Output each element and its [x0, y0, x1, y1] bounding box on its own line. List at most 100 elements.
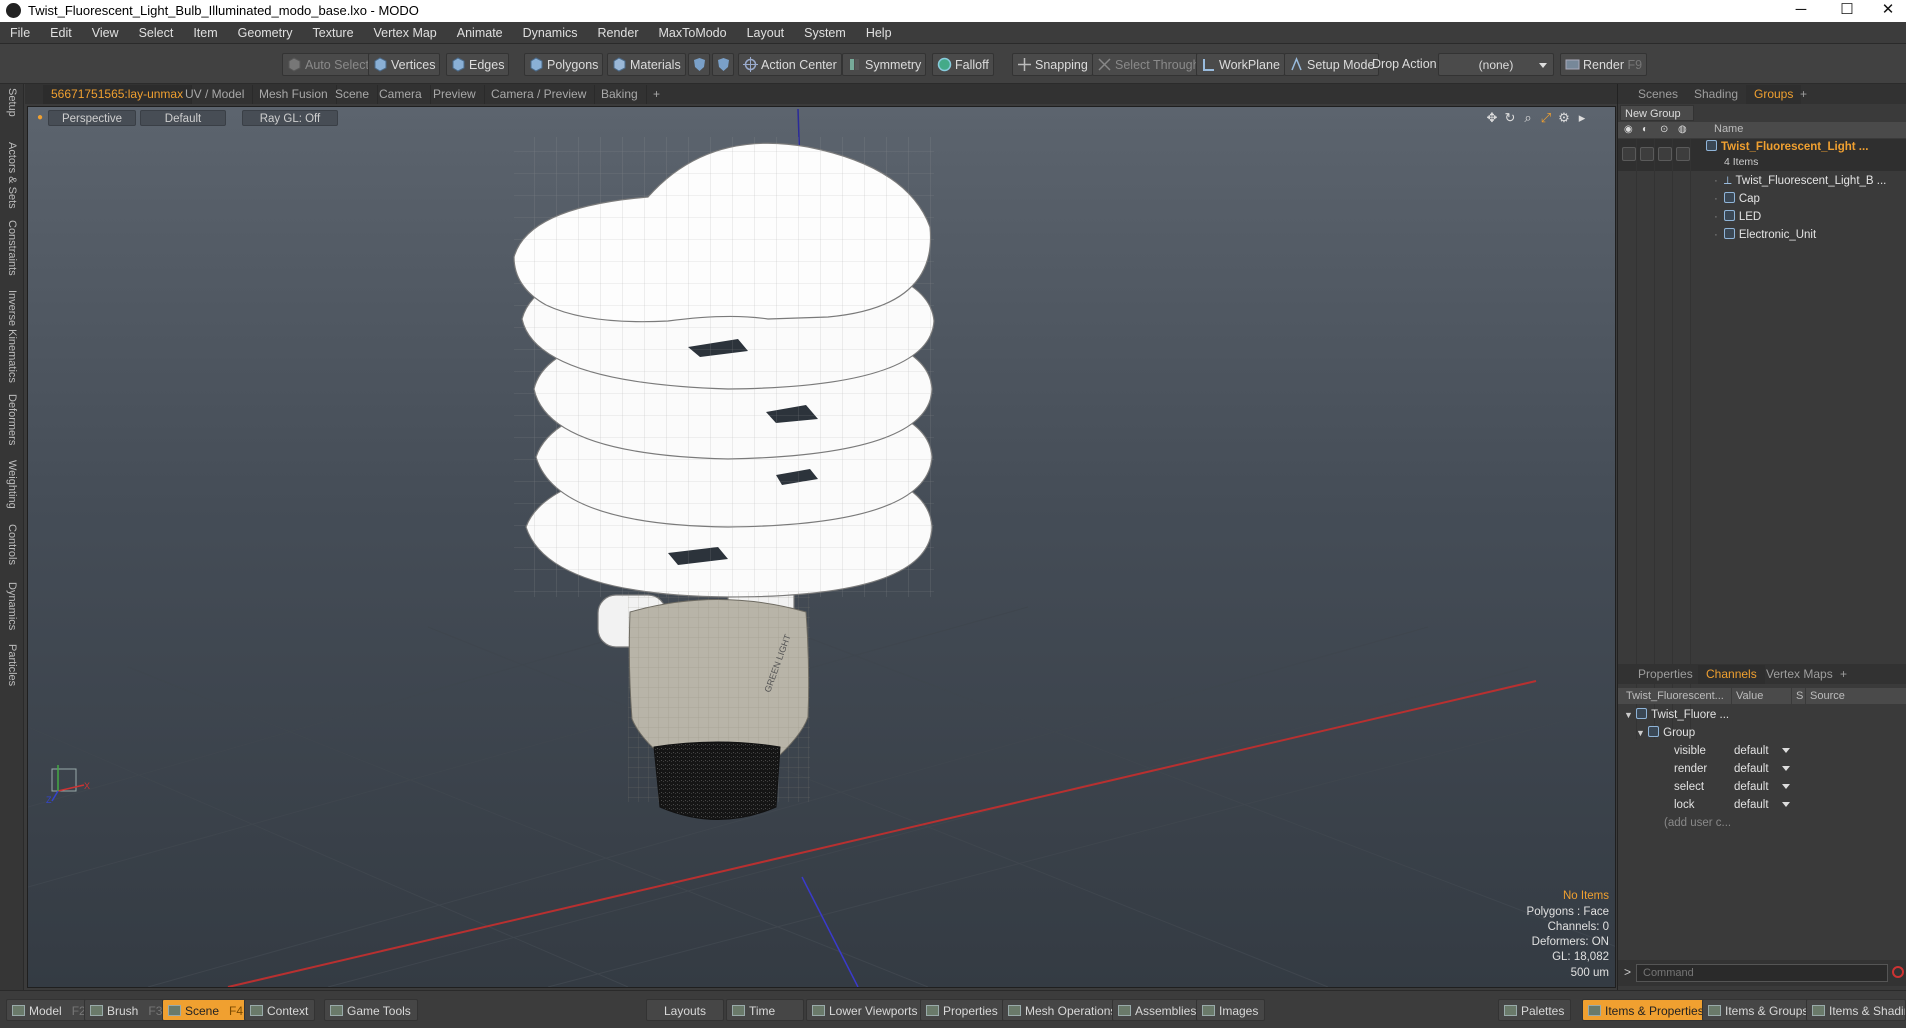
maximize-button[interactable]: ☐: [1824, 0, 1870, 22]
menu-geometry[interactable]: Geometry: [228, 22, 303, 44]
tab-constraints[interactable]: Constraints: [3, 220, 21, 276]
expand-arrow-icon[interactable]: ▼: [1624, 710, 1633, 720]
falloff-button[interactable]: Falloff: [932, 53, 994, 76]
workplane-button[interactable]: WorkPlane: [1196, 53, 1285, 76]
channel-value-select[interactable]: default: [1734, 778, 1790, 796]
model-layout-button[interactable]: Model F2: [6, 999, 93, 1021]
assemblies-button[interactable]: Assemblies: [1112, 999, 1204, 1021]
select-mode-b-button[interactable]: [712, 53, 734, 76]
tab-mesh-fusion[interactable]: Mesh Fusion: [251, 85, 337, 104]
materials-button[interactable]: Materials: [607, 53, 686, 76]
expand-arrow-icon[interactable]: ▼: [1636, 728, 1645, 738]
tab-weighting[interactable]: Weighting: [3, 460, 21, 509]
minimize-button[interactable]: ─: [1778, 0, 1824, 22]
add-tab-button[interactable]: +: [645, 85, 668, 104]
snapping-button[interactable]: Snapping: [1012, 53, 1093, 76]
tab-camera-preview[interactable]: Camera / Preview: [483, 85, 596, 104]
drop-action-select[interactable]: (none): [1438, 53, 1554, 76]
tab-inverse-kinematics[interactable]: Inverse Kinematics: [3, 290, 21, 383]
polygons-button[interactable]: Polygons: [524, 53, 604, 76]
eye-column-icon[interactable]: ◉: [1624, 124, 1633, 135]
menu-render[interactable]: Render: [588, 22, 649, 44]
mesh-operations-button[interactable]: Mesh Operations: [1002, 999, 1124, 1021]
channel-row[interactable]: render default: [1618, 760, 1906, 778]
channel-group-row[interactable]: ▼ Group: [1618, 724, 1906, 742]
select-column-icon[interactable]: ◍: [1678, 124, 1687, 135]
menu-animate[interactable]: Animate: [447, 22, 513, 44]
new-group-button[interactable]: New Group: [1620, 105, 1694, 121]
context-layout-button[interactable]: Context: [244, 999, 316, 1021]
3d-viewport[interactable]: ● Perspective Default Ray GL: Off ✥ ↻ ⌕ …: [27, 106, 1616, 988]
tab-baking[interactable]: Baking: [593, 85, 647, 104]
items-shading-button[interactable]: Items & Shading: [1806, 999, 1906, 1021]
items-properties-button[interactable]: Items & Properties: [1582, 999, 1711, 1021]
add-panel-tab-button[interactable]: +: [1792, 85, 1815, 104]
lock-column-icon[interactable]: ⊙: [1660, 124, 1668, 135]
select-mode-a-button[interactable]: [688, 53, 710, 76]
items-groups-button[interactable]: Items & Groups: [1702, 999, 1816, 1021]
tab-camera[interactable]: Camera: [371, 85, 431, 104]
menu-vertex-map[interactable]: Vertex Map: [364, 22, 447, 44]
scene-layout-button[interactable]: Scene F4: [162, 999, 251, 1021]
menu-system[interactable]: System: [794, 22, 856, 44]
symmetry-button[interactable]: Symmetry: [842, 53, 927, 76]
group-item[interactable]: · LED: [1714, 208, 1761, 226]
render-column-icon[interactable]: ◐: [1642, 124, 1648, 135]
menu-layout[interactable]: Layout: [737, 22, 795, 44]
tab-shading[interactable]: Shading: [1686, 85, 1746, 104]
setup-mode-button[interactable]: Setup Mode: [1284, 53, 1380, 76]
menu-dynamics[interactable]: Dynamics: [513, 22, 588, 44]
channel-value-select[interactable]: default: [1734, 760, 1790, 778]
tab-particles[interactable]: Particles: [3, 644, 21, 686]
command-record-icon[interactable]: [1892, 966, 1904, 978]
tab-vertex-maps[interactable]: Vertex Maps: [1758, 665, 1841, 684]
tab-uv-model[interactable]: UV / Model: [177, 85, 254, 104]
menu-file[interactable]: File: [0, 22, 40, 44]
menu-maxtomodo[interactable]: MaxToModo: [649, 22, 737, 44]
channel-value-select[interactable]: default: [1734, 742, 1790, 760]
visibility-toggle-icon[interactable]: [1622, 147, 1636, 161]
add-panel-tab-button[interactable]: +: [1832, 665, 1855, 684]
brush-layout-button[interactable]: Brush F3: [84, 999, 170, 1021]
tab-deformers[interactable]: Deformers: [3, 394, 21, 445]
group-item[interactable]: · ⟂ Twist_Fluorescent_Light_B ...: [1714, 172, 1886, 190]
channel-value-select[interactable]: default: [1734, 796, 1790, 814]
select-toggle-icon[interactable]: [1676, 147, 1690, 161]
menu-texture[interactable]: Texture: [303, 22, 364, 44]
properties-button[interactable]: Properties: [920, 999, 1005, 1021]
tab-channels[interactable]: Channels: [1698, 665, 1765, 684]
tab-scenes[interactable]: Scenes: [1630, 85, 1686, 104]
layouts-button[interactable]: Layouts: [646, 999, 724, 1021]
game-tools-layout-button[interactable]: Game Tools: [324, 999, 418, 1021]
tab-properties[interactable]: Properties: [1630, 665, 1701, 684]
channel-row[interactable]: select default: [1618, 778, 1906, 796]
close-button[interactable]: ✕: [1870, 0, 1906, 22]
time-button[interactable]: Time: [726, 999, 804, 1021]
group-item[interactable]: · Electronic_Unit: [1714, 226, 1816, 244]
action-center-button[interactable]: Action Center: [738, 53, 842, 76]
channel-row[interactable]: visible default: [1618, 742, 1906, 760]
render-toggle-icon[interactable]: [1640, 147, 1654, 161]
tab-setup[interactable]: Setup: [3, 88, 21, 117]
vertices-button[interactable]: Vertices: [368, 53, 441, 76]
render-button[interactable]: Render F9: [1560, 53, 1648, 76]
menu-view[interactable]: View: [82, 22, 129, 44]
tab-preview[interactable]: Preview: [425, 85, 485, 104]
group-root-row[interactable]: Twist_Fluorescent_Light ... 4 Items: [1618, 139, 1906, 171]
menu-edit[interactable]: Edit: [40, 22, 82, 44]
images-button[interactable]: Images: [1196, 999, 1266, 1021]
menu-help[interactable]: Help: [856, 22, 902, 44]
auto-select-button[interactable]: Auto Select: [282, 53, 374, 76]
lower-viewports-button[interactable]: Lower Viewports: [806, 999, 925, 1021]
command-input[interactable]: [1636, 964, 1888, 982]
menu-select[interactable]: Select: [129, 22, 184, 44]
lock-toggle-icon[interactable]: [1658, 147, 1672, 161]
channel-tree-root[interactable]: ▼ Twist_Fluore ...: [1618, 706, 1906, 724]
edges-button[interactable]: Edges: [446, 53, 510, 76]
tab-dynamics[interactable]: Dynamics: [3, 582, 21, 630]
select-through-button[interactable]: Select Through: [1092, 53, 1205, 76]
tab-controls[interactable]: Controls: [3, 524, 21, 565]
add-user-channel[interactable]: (add user c...: [1618, 814, 1906, 832]
palettes-button[interactable]: Palettes: [1498, 999, 1572, 1021]
menu-item[interactable]: Item: [183, 22, 227, 44]
